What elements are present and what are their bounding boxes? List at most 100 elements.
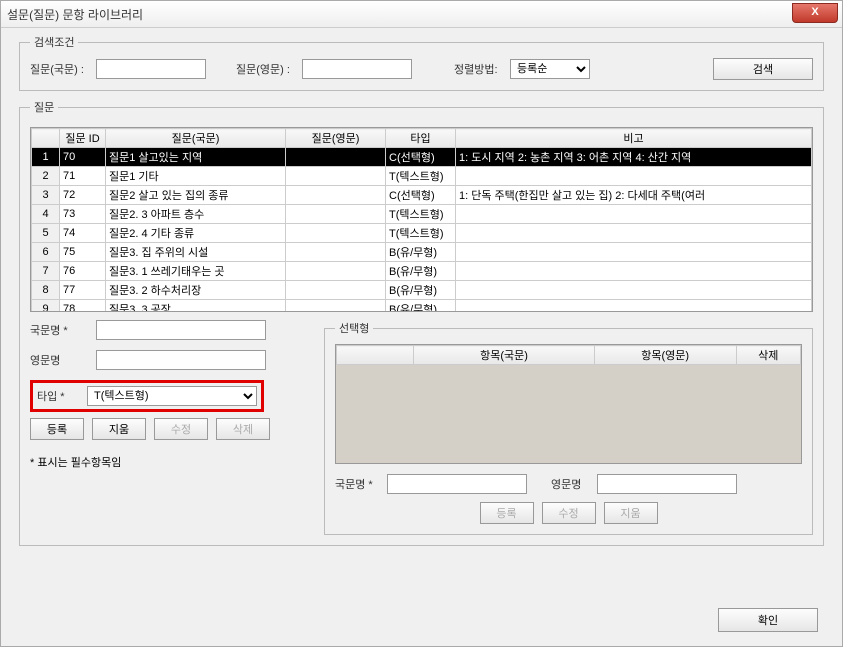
row-note: [456, 167, 812, 186]
sel-col-blank[interactable]: [337, 346, 414, 365]
form-kor-label: 국문명 *: [30, 322, 90, 338]
col-kor[interactable]: 질문(국문): [106, 129, 286, 148]
search-kor-input[interactable]: [96, 59, 206, 79]
form-kor-input[interactable]: [96, 320, 266, 340]
register-button[interactable]: 등록: [30, 418, 84, 440]
table-row[interactable]: 170질문1 살고있는 지역C(선택형)1: 도시 지역 2: 농촌 지역 3:…: [32, 148, 812, 167]
sort-select[interactable]: 등록순: [510, 59, 590, 79]
questions-legend: 질문: [30, 99, 58, 115]
selection-legend: 선택형: [335, 320, 373, 336]
table-row[interactable]: 271질문1 기타T(텍스트형): [32, 167, 812, 186]
row-kor: 질문1 살고있는 지역: [106, 148, 286, 167]
sel-col-del[interactable]: 삭제: [736, 346, 800, 365]
row-num: 1: [32, 148, 60, 167]
row-eng: [286, 281, 386, 300]
row-id: 77: [60, 281, 106, 300]
row-kor: 질문2 살고 있는 집의 종류: [106, 186, 286, 205]
sel-col-eng[interactable]: 항목(영문): [594, 346, 736, 365]
row-type: B(유/무형): [386, 243, 456, 262]
row-kor: 질문2. 4 기타 종류: [106, 224, 286, 243]
row-eng: [286, 262, 386, 281]
row-eng: [286, 243, 386, 262]
row-note: [456, 281, 812, 300]
delete-button[interactable]: 삭제: [216, 418, 270, 440]
row-id: 76: [60, 262, 106, 281]
close-icon: X: [811, 6, 818, 18]
row-eng: [286, 167, 386, 186]
row-note: [456, 224, 812, 243]
row-id: 74: [60, 224, 106, 243]
row-note: [456, 262, 812, 281]
clear-button[interactable]: 지움: [92, 418, 146, 440]
form-type-select[interactable]: T(텍스트형): [87, 386, 257, 406]
row-num: 9: [32, 300, 60, 313]
table-row[interactable]: 372질문2 살고 있는 집의 종류C(선택형)1: 단독 주택(한집만 살고 …: [32, 186, 812, 205]
row-type: T(텍스트형): [386, 205, 456, 224]
row-eng: [286, 148, 386, 167]
row-kor: 질문1 기타: [106, 167, 286, 186]
row-num: 5: [32, 224, 60, 243]
row-kor: 질문3. 1 쓰레기태우는 곳: [106, 262, 286, 281]
modify-button[interactable]: 수정: [154, 418, 208, 440]
titlebar: 설문(질문) 문항 라이브러리 X: [1, 1, 842, 28]
col-id[interactable]: 질문 ID: [60, 129, 106, 148]
row-type: B(유/무형): [386, 262, 456, 281]
sel-eng-input[interactable]: [597, 474, 737, 494]
window-title: 설문(질문) 문항 라이브러리: [7, 6, 143, 23]
selection-table: 항목(국문) 항목(영문) 삭제: [336, 345, 801, 365]
sel-register-button[interactable]: 등록: [480, 502, 534, 524]
row-id: 71: [60, 167, 106, 186]
row-eng: [286, 300, 386, 313]
col-rownum[interactable]: [32, 129, 60, 148]
form-eng-input[interactable]: [96, 350, 266, 370]
row-note: [456, 205, 812, 224]
question-form: 국문명 * 영문명 타입 * T(텍스트형) 등록: [30, 320, 310, 535]
type-highlight-box: 타입 * T(텍스트형): [30, 380, 264, 412]
sel-modify-button[interactable]: 수정: [542, 502, 596, 524]
sel-kor-label: 국문명 *: [335, 476, 381, 492]
row-num: 3: [32, 186, 60, 205]
sel-col-kor[interactable]: 항목(국문): [414, 346, 594, 365]
row-type: C(선택형): [386, 186, 456, 205]
row-eng: [286, 186, 386, 205]
row-num: 7: [32, 262, 60, 281]
row-kor: 질문2. 3 아파트 층수: [106, 205, 286, 224]
search-eng-input[interactable]: [302, 59, 412, 79]
row-id: 70: [60, 148, 106, 167]
table-row[interactable]: 473질문2. 3 아파트 층수T(텍스트형): [32, 205, 812, 224]
col-eng[interactable]: 질문(영문): [286, 129, 386, 148]
row-type: B(유/무형): [386, 300, 456, 313]
row-eng: [286, 224, 386, 243]
sel-clear-button[interactable]: 지움: [604, 502, 658, 524]
row-type: C(선택형): [386, 148, 456, 167]
row-note: [456, 300, 812, 313]
col-type[interactable]: 타입: [386, 129, 456, 148]
search-eng-label: 질문(영문) :: [236, 61, 296, 77]
form-type-label: 타입 *: [37, 388, 81, 404]
row-kor: 질문3. 집 주위의 시설: [106, 243, 286, 262]
table-row[interactable]: 574질문2. 4 기타 종류T(텍스트형): [32, 224, 812, 243]
row-id: 78: [60, 300, 106, 313]
row-id: 72: [60, 186, 106, 205]
selection-table-wrap[interactable]: 항목(국문) 항목(영문) 삭제: [335, 344, 802, 464]
questions-table-wrap[interactable]: 질문 ID 질문(국문) 질문(영문) 타입 비고 170질문1 살고있는 지역…: [30, 127, 813, 312]
sel-kor-input[interactable]: [387, 474, 527, 494]
close-button[interactable]: X: [792, 3, 838, 23]
sort-label: 정렬방법:: [454, 61, 504, 77]
table-row[interactable]: 776질문3. 1 쓰레기태우는 곳 B(유/무형): [32, 262, 812, 281]
row-note: [456, 243, 812, 262]
questions-table: 질문 ID 질문(국문) 질문(영문) 타입 비고 170질문1 살고있는 지역…: [31, 128, 812, 312]
search-kor-label: 질문(국문) :: [30, 61, 90, 77]
form-eng-label: 영문명: [30, 352, 90, 368]
table-row[interactable]: 877질문3. 2 하수처리장B(유/무형): [32, 281, 812, 300]
table-row[interactable]: 978질문3. 3 공장B(유/무형): [32, 300, 812, 313]
row-eng: [286, 205, 386, 224]
row-num: 2: [32, 167, 60, 186]
row-num: 8: [32, 281, 60, 300]
row-kor: 질문3. 2 하수처리장: [106, 281, 286, 300]
table-row[interactable]: 675질문3. 집 주위의 시설B(유/무형): [32, 243, 812, 262]
search-button[interactable]: 검색: [713, 58, 813, 80]
search-fieldset: 검색조건 질문(국문) : 질문(영문) : 정렬방법: 등록순 검색: [19, 34, 824, 91]
col-note[interactable]: 비고: [456, 129, 812, 148]
ok-button[interactable]: 확인: [718, 608, 818, 632]
